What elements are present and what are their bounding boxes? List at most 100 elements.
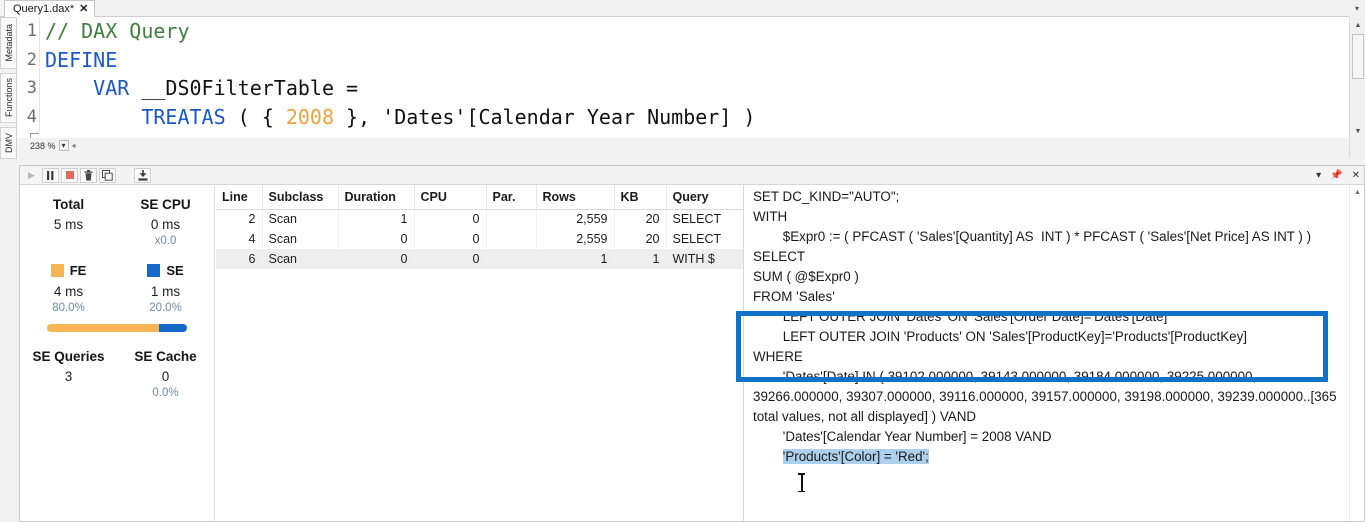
clear-button[interactable] xyxy=(80,167,97,183)
copy-button[interactable] xyxy=(99,167,116,183)
column-header-par[interactable]: Par. xyxy=(486,185,537,210)
export-icon xyxy=(138,169,147,181)
gutter-divider xyxy=(39,17,40,46)
side-tab-dmv[interactable]: DMV xyxy=(0,127,17,159)
scroll-up-icon[interactable]: ▲ xyxy=(1350,17,1365,33)
metric-fe: FE 4 ms 80.0% xyxy=(20,263,117,314)
column-header-duration[interactable]: Duration xyxy=(338,185,415,210)
cell-rows: 2,559 xyxy=(536,229,615,249)
timings-event-grid[interactable]: Line Subclass Duration CPU Par. Rows KB Query 2… xyxy=(216,185,744,521)
editor-hscroll-left-icon[interactable]: ◂ xyxy=(72,141,76,150)
scroll-up-icon[interactable]: ▲ xyxy=(1350,185,1364,199)
line-number: 2 xyxy=(26,49,37,70)
code-line: 1 // DAX Query xyxy=(17,17,1349,46)
cell-line: 6 xyxy=(216,249,263,269)
cell-query: SELECT xyxy=(666,209,743,229)
metric-se-cpu-value: 0 ms xyxy=(150,217,181,232)
cell-kb: 20 xyxy=(614,229,667,249)
metric-total: Total 5 ms xyxy=(20,197,117,247)
table-row[interactable]: 4 Scan 0 0 2,559 20 SELECT xyxy=(216,229,743,249)
table-row[interactable]: 6 Scan 0 0 1 1 WITH $ xyxy=(216,249,743,269)
metric-se-cpu-label: SE CPU xyxy=(140,197,191,212)
fe-se-ratio-bar xyxy=(47,324,187,332)
document-tab-query1[interactable]: Query1.dax* ✕ xyxy=(4,0,96,17)
metric-se-queries: SE Queries 3 xyxy=(20,349,117,399)
metric-se-value: 1 ms xyxy=(150,284,181,299)
metric-fe-label: FE xyxy=(69,263,87,278)
chevron-down-icon[interactable]: ▾ xyxy=(58,140,69,151)
editor-vertical-scrollbar[interactable]: ▲ ▼ xyxy=(1349,17,1365,158)
code-text[interactable]: DEFINE xyxy=(45,46,117,75)
sql-query-pane[interactable]: SET DC_KIND="AUTO"; WITH $Expr0 := ( PFC… xyxy=(745,185,1364,521)
cell-duration: 0 xyxy=(338,229,415,249)
editor-zoom-label: 238 % xyxy=(30,140,56,151)
cell-kb: 20 xyxy=(614,209,667,229)
metric-se-cache-value: 0 xyxy=(161,369,170,384)
scroll-down-icon[interactable]: ▼ xyxy=(1350,123,1365,139)
side-tab-functions-label: Functions xyxy=(3,78,14,118)
panel-window-controls: ▾ 📌 ✕ xyxy=(1316,166,1360,185)
code-text[interactable]: // DAX Query xyxy=(45,17,190,46)
line-number: 1 xyxy=(26,21,37,41)
code-text[interactable]: TREATAS ( { 2008 }, 'Dates'[Calendar Yea… xyxy=(45,103,755,132)
document-tab-bar: Query1.dax* ✕ xyxy=(0,0,1365,17)
ratio-bar-fe-segment xyxy=(47,324,159,332)
side-tab-metadata-label: Metadata xyxy=(3,24,14,62)
metric-se-label: SE xyxy=(166,263,184,278)
metric-total-value: 5 ms xyxy=(53,217,84,232)
column-header-cpu[interactable]: CPU xyxy=(414,185,487,210)
code-text[interactable]: VAR __DS0FilterTable = xyxy=(45,74,358,103)
se-color-swatch-icon xyxy=(147,264,161,277)
server-timings-body: Total 5 ms SE CPU 0 ms x0.0 FE 4 ms 80.0… xyxy=(20,185,1364,521)
application-window: Query1.dax* ✕ ▾ Metadata Functions DMV 1… xyxy=(0,0,1365,522)
editor-zoom-control[interactable]: 238 % ▾ ◂ xyxy=(30,140,76,151)
close-icon[interactable]: ✕ xyxy=(1352,170,1360,181)
timings-metrics-pane: Total 5 ms SE CPU 0 ms x0.0 FE 4 ms 80.0… xyxy=(20,185,215,521)
metric-total-label: Total xyxy=(52,197,85,212)
export-button[interactable] xyxy=(134,167,151,183)
metric-fe-value: 4 ms xyxy=(53,284,84,299)
sql-vertical-scrollbar[interactable]: ▲ xyxy=(1349,185,1364,521)
cell-rows: 1 xyxy=(536,249,615,269)
pause-icon xyxy=(47,170,54,180)
side-tab-functions[interactable]: Functions xyxy=(0,73,17,123)
cell-subclass: Scan xyxy=(262,249,339,269)
table-row[interactable]: 2 Scan 1 0 2,559 20 SELECT xyxy=(216,209,743,229)
dropdown-icon[interactable]: ▾ xyxy=(1316,170,1321,181)
trash-icon xyxy=(84,169,93,181)
run-button[interactable]: ▶ xyxy=(23,168,40,183)
column-header-kb[interactable]: KB xyxy=(614,185,667,210)
cell-line: 2 xyxy=(216,209,263,229)
stop-button[interactable] xyxy=(61,167,78,183)
metric-se-cache-sub: 0.0% xyxy=(152,387,179,399)
editor-scroll-thumb[interactable] xyxy=(1352,34,1364,79)
copy-icon xyxy=(102,169,113,181)
pause-button[interactable] xyxy=(42,167,59,183)
dax-code-editor[interactable]: 1 // DAX Query 2 DEFINE 3 VAR __DS0FilterTab… xyxy=(17,17,1349,138)
close-icon[interactable]: ✕ xyxy=(79,3,88,15)
stop-icon xyxy=(65,171,74,179)
text-cursor-icon xyxy=(798,473,805,492)
code-line: 3 VAR __DS0FilterTable = xyxy=(17,74,1349,103)
side-tab-metadata[interactable]: Metadata xyxy=(0,17,17,69)
gutter-divider xyxy=(39,74,40,103)
sql-text-before-selection: SET DC_KIND="AUTO"; WITH $Expr0 := ( PFC… xyxy=(753,189,1337,444)
ratio-bar-se-segment xyxy=(159,324,187,332)
code-line: 2 DEFINE xyxy=(17,45,1349,75)
line-number: 4 xyxy=(26,106,37,127)
fe-color-swatch-icon xyxy=(50,264,64,277)
editor-scroll-corner[interactable]: ▾ xyxy=(1349,0,1365,17)
cell-cpu: 0 xyxy=(414,229,487,249)
metric-fe-percent: 80.0% xyxy=(52,302,85,314)
column-header-rows[interactable]: Rows xyxy=(536,185,615,210)
sql-selected-text[interactable]: 'Products'[Color] = 'Red'; xyxy=(782,449,929,464)
column-header-query[interactable]: Query xyxy=(666,185,743,210)
column-header-subclass[interactable]: Subclass xyxy=(262,185,339,210)
side-tab-strip: Metadata Functions DMV xyxy=(0,17,17,159)
pin-icon[interactable]: 📌 xyxy=(1330,170,1342,181)
metric-se-cpu-sub: x0.0 xyxy=(154,235,177,247)
cell-cpu: 0 xyxy=(414,209,487,229)
sql-query-text[interactable]: SET DC_KIND="AUTO"; WITH $Expr0 := ( PFC… xyxy=(753,187,1348,467)
cell-cpu: 0 xyxy=(414,249,487,269)
column-header-line[interactable]: Line xyxy=(216,185,263,210)
